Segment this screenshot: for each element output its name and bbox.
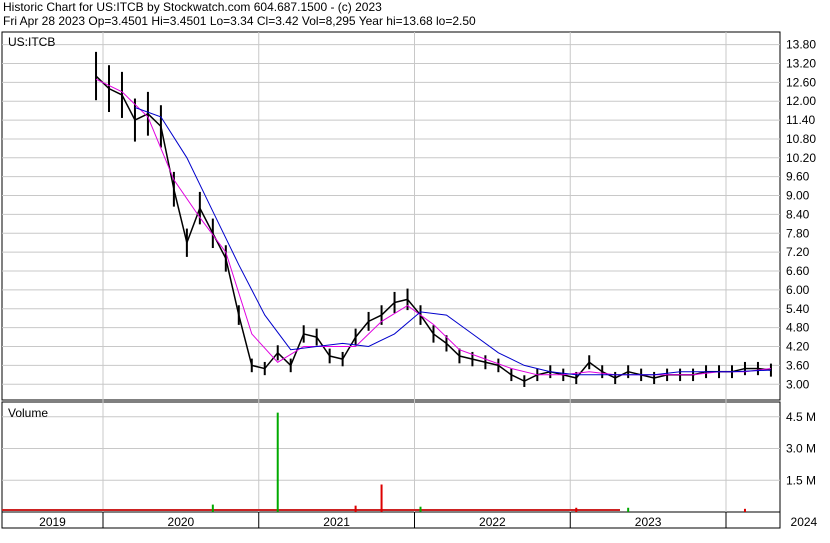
price-tick-label: 9.60 <box>786 170 810 184</box>
price-panel-title: US:ITCB <box>8 35 55 49</box>
volume-tick-label: 1.5 M <box>786 473 816 487</box>
price-tick-label: 3.60 <box>786 358 810 372</box>
volume-panel-frame <box>1 401 781 513</box>
year-tick-label: 2021 <box>323 515 350 529</box>
price-tick-label: 9.00 <box>786 189 810 203</box>
year-tick-label: 2024 <box>791 515 818 529</box>
price-tick-label: 12.60 <box>786 75 816 89</box>
year-tick-label: 2022 <box>479 515 506 529</box>
price-tick-label: 5.40 <box>786 302 810 316</box>
chart-frames <box>1 31 781 529</box>
price-tick-label: 10.20 <box>786 151 816 165</box>
price-tick-label: 4.80 <box>786 321 810 335</box>
volume-tick-label: 3.0 M <box>786 442 816 456</box>
price-tick-label: 7.80 <box>786 226 810 240</box>
price-axis-labels: 13.80 13.20 12.60 12.00 11.40 10.80 10.20 9.60 9… <box>786 38 816 392</box>
year-tick-label: 2023 <box>635 515 662 529</box>
time-axis-frame <box>1 511 781 529</box>
price-tick-label: 10.80 <box>786 132 816 146</box>
price-tick-label: 12.00 <box>786 94 816 108</box>
volume-axis-labels: 4.5 M 3.0 M 1.5 M <box>786 410 816 487</box>
price-tick-label: 8.40 <box>786 207 810 221</box>
price-panel-frame <box>1 31 781 401</box>
price-tick-label: 13.80 <box>786 38 816 52</box>
price-tick-label: 7.20 <box>786 245 810 259</box>
stock-chart: 13.80 13.20 12.60 12.00 11.40 10.80 10.20 9.60 9… <box>1 31 818 529</box>
year-tick-label: 2019 <box>39 515 66 529</box>
price-tick-label: 6.60 <box>786 264 810 278</box>
price-tick-label: 3.00 <box>786 377 810 391</box>
volume-panel-title: Volume <box>8 406 48 420</box>
price-tick-label: 6.00 <box>786 283 810 297</box>
price-tick-label: 13.20 <box>786 56 816 70</box>
volume-tick-label: 4.5 M <box>786 410 816 424</box>
year-tick-label: 2020 <box>168 515 195 529</box>
price-tick-label: 4.20 <box>786 340 810 354</box>
price-tick-label: 11.40 <box>786 113 815 127</box>
